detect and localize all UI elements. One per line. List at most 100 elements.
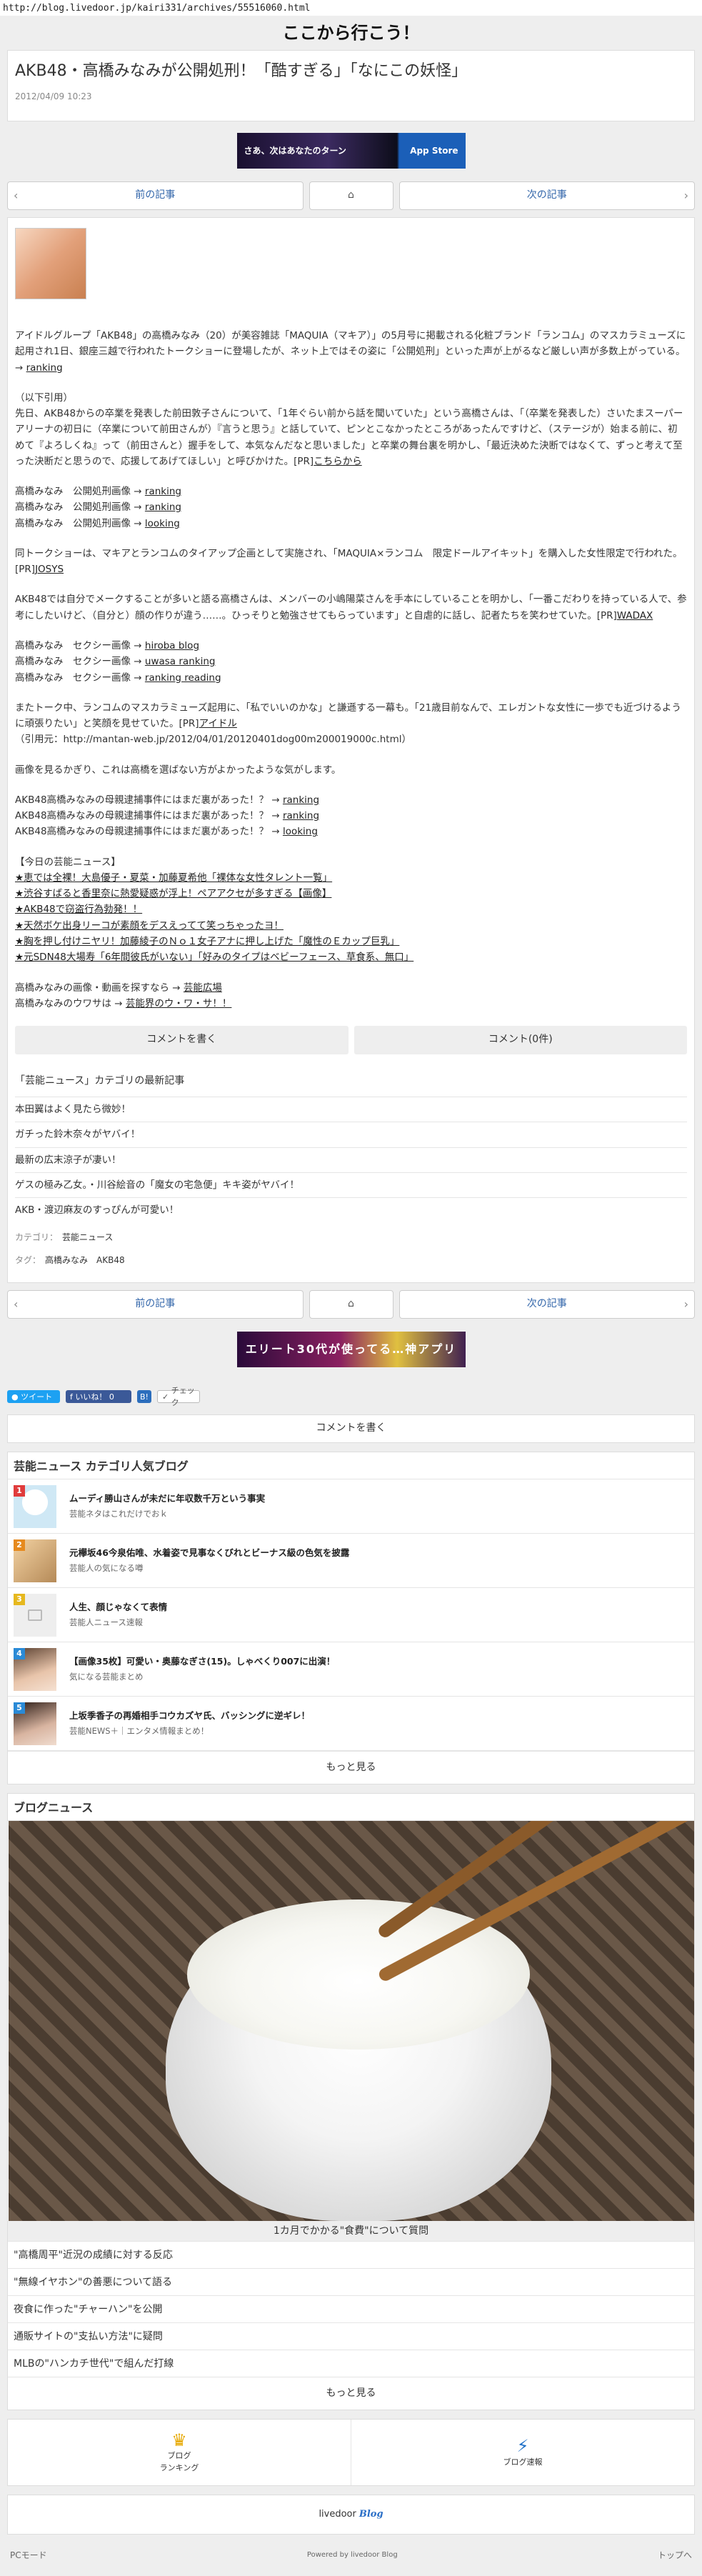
rank-blog-name: 芸能NEWS＋｜エンタメ情報まとめ！ <box>69 1726 209 1737</box>
comment-count-button[interactable]: コメント(0件) <box>353 1026 687 1055</box>
home-button[interactable]: ⌂ <box>309 181 393 210</box>
write-comment-button[interactable]: コメントを書く <box>15 1026 349 1055</box>
related-item[interactable]: AKB・渡辺麻友のすっぴんが可愛い！ <box>15 1197 687 1222</box>
rank-item[interactable]: 5 上坂季香子の再婚相手コウカズヤ氏、バッシングに逆ギレ！ 芸能NEWS＋｜エン… <box>8 1697 694 1752</box>
news-list: "高橋周平"近況の成績に対する反応 "無線イヤホン"の善悪について語る 夜食に作… <box>8 2241 694 2377</box>
news-item[interactable]: 夜食に作った"チャーハン"を公開 <box>8 2295 694 2322</box>
chevron-right-icon: › <box>683 1297 688 1311</box>
today-news-item[interactable]: ★AKB48で窃盗行為勃発！！ <box>15 902 687 917</box>
tag-links[interactable]: 高橋みなみ AKB48 <box>45 1255 125 1265</box>
news-item[interactable]: "高橋周平"近況の成績に対する反応 <box>8 2241 694 2268</box>
facebook-like-button[interactable]: f いいね！ 0 <box>66 1390 131 1404</box>
url-bar[interactable]: http://blog.livedoor.jp/kairi331/archive… <box>0 0 702 16</box>
mother-links: AKB48高橋みなみの母親逮捕事件にはまだ裏があった！？ → ranking A… <box>15 792 687 840</box>
related-item[interactable]: 最新の広末涼子が凄い！ <box>15 1147 687 1172</box>
today-news-item[interactable]: ★天然ボケ出身リーコが素顔をデスえってて笑っちゃったヨ！ <box>15 918 687 934</box>
blog-ranking-link[interactable]: ♛ ブログ ランキング <box>8 2420 351 2485</box>
mother-link[interactable]: ranking <box>283 810 319 822</box>
mother-link[interactable]: ranking <box>283 794 319 806</box>
ad-banner[interactable]: エリート30代が使ってる…神アプリ <box>236 1332 466 1368</box>
pic-line: 高橋みなみ 公開処刑画像 → ranking <box>15 486 181 498</box>
pc-mode-link[interactable]: PCモード <box>10 2549 47 2562</box>
blog-title[interactable]: ここから行こう！ <box>0 16 702 50</box>
article-photo[interactable] <box>15 228 86 299</box>
today-news-label: 【今日の芸能ニュース】 <box>15 856 121 868</box>
chevron-left-icon: ‹ <box>14 188 19 202</box>
comment-actions: コメントを書く コメント(0件) <box>15 1026 687 1055</box>
sexy-link[interactable]: uwasa ranking <box>145 656 216 667</box>
today-news-item[interactable]: ★渋谷すばると香里奈に熱愛疑惑が浮上！ペアアクセが多すぎる【画像】 <box>15 886 687 902</box>
p3-link[interactable]: WADAX <box>617 610 653 621</box>
banner-bottom-wrap: エリート30代が使ってる…神アプリ <box>0 1320 702 1379</box>
popular-more-button[interactable]: もっと見る <box>8 1751 694 1784</box>
today-news-item[interactable]: ★恵では全裸！大島優子・夏菜・加藤夏希他「裸体な女性タレント一覧」 <box>15 870 687 886</box>
news-item[interactable]: MLBの"ハンカチ世代"で組んだ打線 <box>8 2350 694 2377</box>
related-heading: 「芸能ニュース」カテゴリの最新記事 <box>15 1075 185 1087</box>
related-item[interactable]: ゲスの極み乙女。・川谷絵音の「魔女の宅急便」キキ姿がヤバイ！ <box>15 1172 687 1197</box>
next-article-button[interactable]: 次の記事 › <box>398 181 695 210</box>
next-article-button[interactable]: 次の記事 › <box>398 1290 695 1319</box>
related-item[interactable]: ガチった鈴木奈々がヤバイ！ <box>15 1122 687 1147</box>
tweet-button[interactable]: ● ツイート <box>7 1390 60 1404</box>
news-item[interactable]: "無線イヤホン"の善悪について語る <box>8 2268 694 2295</box>
app-store-label: App Store <box>410 145 458 156</box>
pic-link[interactable]: ranking <box>145 486 181 497</box>
rank-title: ムーディ勝山さんが未だに年収数千万という事実 <box>69 1492 266 1504</box>
p2-link[interactable]: JOSYS <box>35 564 64 575</box>
article-body: アイドルグループ「AKB48」の高橋みなみ（20）が美容雑誌「MAQUIA（マキ… <box>7 217 695 1284</box>
bottom-nav: ♛ ブログ ランキング ⚡ ブログ速報 <box>7 2419 695 2487</box>
today-news-item[interactable]: ★胸を押し付けニヤリ！加藤綾子のＮｏ１女子アナに押し上げた「魔性のＥカップ巨乳」 <box>15 934 687 949</box>
pic-link[interactable]: ranking <box>145 501 181 513</box>
rank-blog-name: 気になる芸能まとめ <box>69 1672 144 1682</box>
facebook-icon: f <box>70 1392 76 1402</box>
intro-link[interactable]: ranking <box>26 362 63 374</box>
rank-number: 5 <box>14 1702 25 1714</box>
quote-link[interactable]: こちらから <box>314 456 362 467</box>
pic-link[interactable]: looking <box>145 518 180 529</box>
sexy-link[interactable]: hiroba blog <box>145 640 199 652</box>
blog-ranking-label: ブログ ランキング <box>159 2451 199 2473</box>
popular-blogs-title: 芸能ニュース カテゴリ人気ブログ <box>8 1452 694 1480</box>
category-link[interactable]: 芸能ニュース <box>62 1232 113 1242</box>
today-news-item[interactable]: ★元SDN48大場寿「6年間彼氏がいない」「好みのタイプはベビーフェース、草食系… <box>15 949 687 965</box>
ad-banner[interactable]: さあ、次はあなたのターン App Store <box>236 133 466 169</box>
closing-link[interactable]: 芸能界のウ・ワ・サ！！ <box>126 998 232 1009</box>
rank-item[interactable]: 2 元欅坂46今泉佑唯、水着姿で見事なくびれとビーナス級の色気を披露 芸能人の気… <box>8 1534 694 1589</box>
news-photo[interactable] <box>8 1821 694 2222</box>
related-item[interactable]: 本田翼はよく見たら微妙！ <box>15 1097 687 1122</box>
check-button[interactable]: ✓ チェック <box>157 1386 200 1407</box>
article-title: AKB48・高橋みなみが公開処刑！「酷すぎる」「なにこの妖怪」 <box>15 62 468 80</box>
paragraph-5: 画像を見るかぎり、これは高橋を選ばない方がよかったような気がします。 <box>15 764 341 776</box>
rank-item[interactable]: 3 人生、顔じゃなくて表情 芸能人ニュース速報 <box>8 1588 694 1643</box>
news-photo-caption[interactable]: 1カ月でかかる"食費"について質問 <box>8 2221 694 2242</box>
pic-links: 高橋みなみ 公開処刑画像 → ranking 高橋みなみ 公開処刑画像 → ra… <box>15 484 687 531</box>
p4-link[interactable]: アイドル <box>199 718 237 729</box>
mother-line: AKB48高橋みなみの母親逮捕事件にはまだ裏があった！？ → looking <box>15 826 318 838</box>
livedoor-blog-logo[interactable]: livedoor Blog <box>7 2495 695 2535</box>
article-date: 2012/04/09 10:23 <box>15 91 92 101</box>
pic-line: 高橋みなみ 公開処刑画像 → ranking <box>15 501 181 514</box>
sexy-line: 高橋みなみ セクシー画像 → uwasa ranking <box>15 656 216 668</box>
sexy-link[interactable]: ranking reading <box>145 672 221 684</box>
write-comment-bar[interactable]: コメントを書く <box>7 1414 695 1444</box>
home-button[interactable]: ⌂ <box>309 1290 393 1319</box>
hatena-bookmark-button[interactable]: B! <box>137 1390 151 1404</box>
paragraph-3: AKB48では自分でメークすることが多いと語る高橋さんは、メンバーの小嶋陽菜さん… <box>15 591 687 624</box>
next-article-label: 次の記事 <box>526 1298 567 1310</box>
prev-article-button[interactable]: ‹ 前の記事 <box>7 1290 304 1319</box>
blog-news-flash-link[interactable]: ⚡ ブログ速報 <box>351 2420 694 2486</box>
rank-item[interactable]: 4 【画像35枚】可愛い・奥藤なぎさ(15)。しゃべくり007に出演！ 気になる… <box>8 1642 694 1697</box>
home-icon: ⌂ <box>348 189 354 201</box>
closing-link[interactable]: 芸能広場 <box>184 982 222 994</box>
rank-title: 【画像35枚】可愛い・奥藤なぎさ(15)。しゃべくり007に出演！ <box>69 1655 336 1667</box>
back-to-top-link[interactable]: トップへ <box>658 2549 692 2562</box>
news-item[interactable]: 通販サイトの"支払い方法"に疑問 <box>8 2322 694 2350</box>
mother-link[interactable]: looking <box>283 826 318 837</box>
blog-news-title: ブログニュース <box>8 1794 694 1822</box>
rank-number: 3 <box>14 1593 25 1605</box>
rank-blog-name: 芸能人の気になる噂 <box>69 1563 144 1574</box>
p4-text: またトーク中、ランコムのマスカラミューズ起用に、「私でいいのかな」と謙遜する一幕… <box>15 702 681 730</box>
news-more-button[interactable]: もっと見る <box>8 2377 694 2410</box>
prev-article-button[interactable]: ‹ 前の記事 <box>7 181 304 210</box>
rank-item[interactable]: 1 ムーディ勝山さんが未だに年収数千万という事実 芸能ネタはこれだけでおｋ <box>8 1479 694 1534</box>
